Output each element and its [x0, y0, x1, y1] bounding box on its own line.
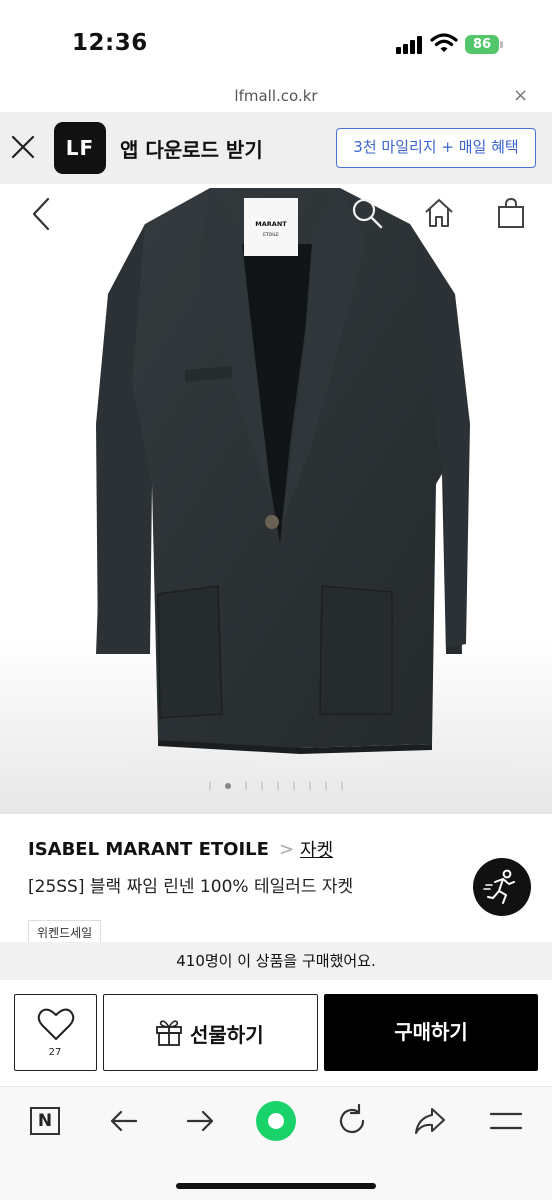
category-link[interactable]: 자켓: [300, 836, 333, 862]
carousel-dot: [309, 782, 311, 790]
app-download-button[interactable]: 3천 마일리지 + 매일 혜택: [336, 128, 536, 168]
home-indicator: [176, 1183, 376, 1189]
product-image[interactable]: MARANT ETOILE: [0, 184, 552, 814]
tab-switcher-icon[interactable]: N: [26, 1101, 66, 1141]
app-download-banner: LF 앱 다운로드 받기 3천 마일리지 + 매일 혜택: [0, 112, 552, 184]
refresh-icon[interactable]: [332, 1101, 372, 1141]
like-count: 27: [48, 1047, 62, 1058]
purchase-action-bar: 27 선물하기 구매하기: [0, 980, 552, 1071]
run-fab-button[interactable]: [473, 858, 531, 916]
back-arrow-icon[interactable]: [104, 1101, 144, 1141]
breadcrumb: ISABEL MARANT ETOILE > 자켓: [28, 836, 333, 862]
garment-label-sub: ETOILE: [263, 232, 279, 238]
carousel-dot: [245, 782, 247, 790]
battery-icon: 86: [465, 35, 499, 54]
carousel-dot: [341, 782, 343, 790]
carousel-dot-active: [225, 783, 231, 789]
carousel-dot: [325, 782, 327, 790]
jacket-image: MARANT ETOILE: [96, 188, 470, 754]
back-icon[interactable]: [26, 196, 56, 232]
carousel-indicator: [0, 782, 552, 790]
garment-label-brand: MARANT: [255, 220, 287, 228]
buy-button[interactable]: 구매하기: [324, 994, 538, 1071]
url-close-icon[interactable]: ×: [513, 85, 528, 106]
shopping-bag-icon[interactable]: [494, 196, 528, 230]
carousel-dot: [261, 782, 263, 790]
gift-label: 선물하기: [190, 1023, 264, 1047]
search-icon[interactable]: [350, 196, 384, 230]
like-button[interactable]: 27: [14, 994, 97, 1071]
purchase-count-notice: 410명이 이 상품을 구매했어요.: [0, 942, 552, 980]
banner-title: 앱 다운로드 받기: [120, 138, 263, 162]
home-icon[interactable]: [422, 196, 456, 230]
green-dot-button-icon[interactable]: [256, 1101, 296, 1141]
share-icon[interactable]: [410, 1101, 450, 1141]
running-icon: [483, 869, 515, 904]
menu-icon[interactable]: [486, 1101, 526, 1141]
forward-arrow-icon[interactable]: [180, 1101, 220, 1141]
tab-letter: N: [30, 1107, 60, 1135]
product-title: [25SS] 블랙 짜임 린넨 100% 테일러드 자켓: [28, 877, 354, 897]
carousel-dot: [293, 782, 295, 790]
breadcrumb-separator: >: [278, 838, 295, 860]
heart-icon: [37, 1008, 75, 1040]
carousel-dot: [209, 782, 211, 790]
app-logo: LF: [54, 122, 106, 174]
signal-icon: [396, 36, 424, 54]
brand-name[interactable]: ISABEL MARANT ETOILE: [28, 839, 269, 860]
gift-icon: [156, 1020, 182, 1046]
close-icon[interactable]: [10, 134, 36, 160]
status-time: 12:36: [72, 30, 148, 56]
gift-button[interactable]: 선물하기: [103, 994, 318, 1071]
wifi-icon: [430, 33, 458, 52]
battery-tip: [500, 41, 503, 48]
browser-toolbar: N: [0, 1086, 552, 1200]
status-bar: 12:36 86: [0, 0, 552, 86]
carousel-dot: [277, 782, 279, 790]
url-domain[interactable]: lfmall.co.kr: [0, 87, 552, 105]
url-bar[interactable]: lfmall.co.kr ×: [0, 85, 552, 112]
